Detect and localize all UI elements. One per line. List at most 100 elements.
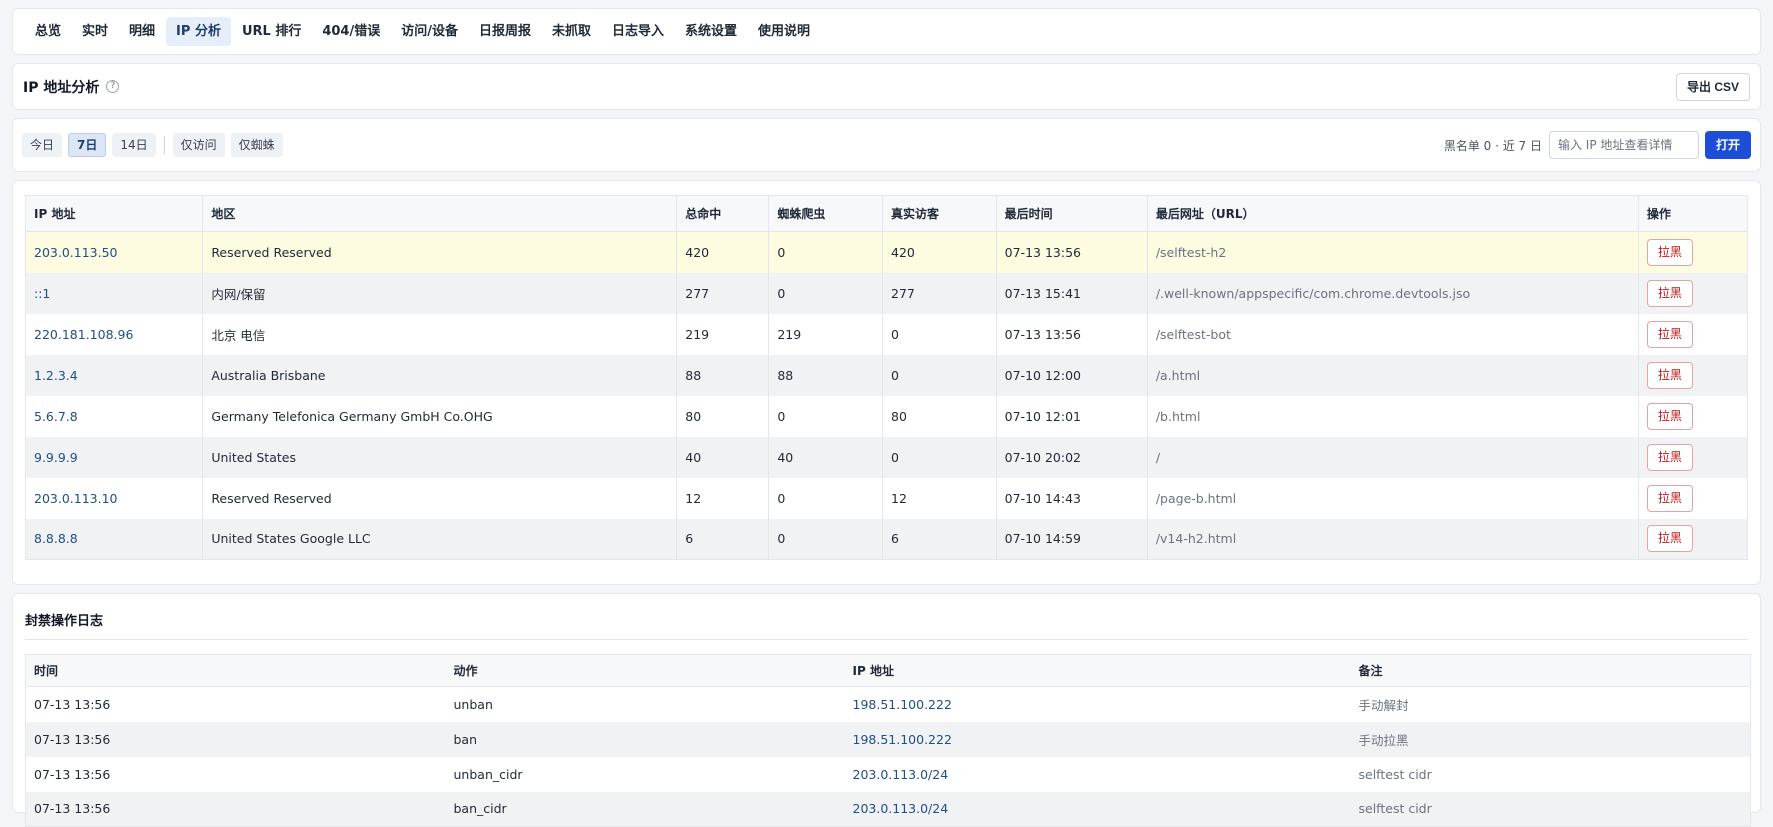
last-url-cell: /.well-known/appspecific/com.chrome.devt…: [1147, 272, 1639, 314]
nav-item-reports[interactable]: 日报周报: [469, 17, 541, 46]
spider-cell: 0: [768, 518, 883, 560]
page-header: IP 地址分析 ? 导出 CSV: [12, 63, 1761, 110]
ip-link[interactable]: 5.6.7.8: [34, 409, 78, 424]
log-col-action: 动作: [445, 654, 845, 687]
log-time-cell: 07-13 13:56: [34, 696, 111, 712]
ip-table-card: IP 地址 地区 总命中 蜘蛛爬虫 真实访客 最后时间 最后网址（URL） 操作…: [12, 180, 1761, 585]
region-cell: Reserved Reserved: [202, 477, 678, 519]
ban-button[interactable]: 拉黑: [1646, 525, 1693, 553]
region-cell: 内网/保留: [202, 272, 678, 314]
nav-item-ip-analysis[interactable]: IP 分析: [166, 17, 231, 46]
range-7d-button[interactable]: 7日: [68, 133, 107, 157]
table-row: 203.0.113.50 Reserved Reserved 420 0 420…: [25, 231, 1749, 273]
hits-cell: 88: [676, 354, 770, 396]
range-today-button[interactable]: 今日: [22, 133, 63, 157]
table-row: 5.6.7.8 Germany Telefonica Germany GmbH …: [25, 395, 1749, 437]
ip-link[interactable]: 8.8.8.8: [34, 531, 78, 546]
nav-item-details[interactable]: 明细: [119, 17, 165, 46]
log-col-time: 时间: [25, 654, 446, 687]
help-icon[interactable]: ?: [106, 80, 120, 93]
ban-button[interactable]: 拉黑: [1646, 279, 1693, 307]
table-row: 1.2.3.4 Australia Brisbane 88 88 0 07-10…: [25, 354, 1749, 396]
log-row: 07-13 13:56 unban 198.51.100.222 手动解封: [26, 687, 1751, 722]
spiders-only-button[interactable]: 仅蜘蛛: [230, 133, 283, 157]
ip-link[interactable]: 1.2.3.4: [34, 368, 78, 383]
log-ip-link[interactable]: 203.0.113.0/24: [853, 767, 949, 782]
nav-item-realtime[interactable]: 实时: [72, 17, 118, 46]
ban-button[interactable]: 拉黑: [1646, 443, 1693, 471]
col-header-spider[interactable]: 蜘蛛爬虫: [768, 195, 883, 232]
table-row: 9.9.9.9 United States 40 40 0 07-10 20:0…: [25, 436, 1749, 478]
nav-item-not-crawled[interactable]: 未抓取: [542, 17, 601, 46]
nav-item-settings[interactable]: 系统设置: [675, 17, 747, 46]
ban-button[interactable]: 拉黑: [1646, 361, 1693, 389]
ip-link[interactable]: ::1: [34, 286, 50, 301]
region-cell: Reserved Reserved: [202, 231, 678, 273]
spider-cell: 0: [768, 477, 883, 519]
log-col-note: 备注: [1350, 654, 1751, 687]
col-header-hits[interactable]: 总命中: [676, 195, 770, 232]
spider-cell: 88: [768, 354, 883, 396]
hits-cell: 6: [676, 518, 770, 560]
ban-button[interactable]: 拉黑: [1646, 320, 1693, 348]
last-time-cell: 07-13 13:56: [996, 231, 1148, 273]
ban-button[interactable]: 拉黑: [1646, 484, 1693, 512]
last-url-cell: /v14-h2.html: [1147, 518, 1639, 560]
log-note-cell: selftest cidr: [1350, 791, 1751, 827]
last-time-cell: 07-10 20:02: [996, 436, 1148, 478]
nav-item-log-import[interactable]: 日志导入: [602, 17, 674, 46]
open-ip-button[interactable]: 打开: [1704, 131, 1751, 159]
col-header-last-time[interactable]: 最后时间: [996, 195, 1148, 232]
log-ip-link[interactable]: 198.51.100.222: [853, 697, 952, 712]
ip-link[interactable]: 9.9.9.9: [34, 450, 78, 465]
table-header-row: IP 地址 地区 总命中 蜘蛛爬虫 真实访客 最后时间 最后网址（URL） 操作: [25, 195, 1749, 232]
ban-log-title: 封禁操作日志: [25, 610, 1748, 640]
col-header-ip[interactable]: IP 地址: [25, 195, 204, 232]
nav-item-url-ranking[interactable]: URL 排行: [232, 17, 311, 46]
last-url-cell: /selftest-h2: [1147, 231, 1639, 273]
ban-log-table: 时间 动作 IP 地址 备注 07-13 13:56 unban 198.51.…: [25, 654, 1751, 827]
log-row: 07-13 13:56 ban_cidr 203.0.113.0/24 self…: [25, 791, 1751, 827]
log-note-cell: 手动拉黑: [1350, 721, 1751, 757]
region-cell: 北京 电信: [202, 313, 678, 355]
nav-item-help[interactable]: 使用说明: [748, 17, 820, 46]
log-action-cell: unban_cidr: [453, 766, 523, 782]
ip-table: IP 地址 地区 总命中 蜘蛛爬虫 真实访客 最后时间 最后网址（URL） 操作…: [25, 195, 1749, 560]
hits-cell: 219: [676, 313, 770, 355]
filter-bar: 今日 7日 14日 仅访问 仅蜘蛛 黑名单 0 · 近 7 日 打开: [12, 118, 1761, 172]
export-csv-button[interactable]: 导出 CSV: [1675, 72, 1750, 101]
real-cell: 0: [882, 313, 997, 355]
real-cell: 80: [882, 395, 997, 437]
ban-log-card: 封禁操作日志 时间 动作 IP 地址 备注 07-13 13:56 unban …: [12, 593, 1761, 827]
real-cell: 420: [882, 231, 997, 273]
spider-cell: 0: [768, 395, 883, 437]
ban-button[interactable]: 拉黑: [1646, 402, 1693, 430]
ban-button[interactable]: 拉黑: [1646, 238, 1693, 266]
ip-lookup-input[interactable]: [1548, 131, 1699, 159]
hits-cell: 12: [676, 477, 770, 519]
col-header-last-url[interactable]: 最后网址（URL）: [1147, 195, 1639, 232]
col-header-real[interactable]: 真实访客: [882, 195, 997, 232]
filter-divider: [163, 136, 165, 154]
region-cell: Germany Telefonica Germany GmbH Co.OHG: [202, 395, 678, 437]
real-cell: 6: [882, 518, 997, 560]
last-time-cell: 07-10 14:43: [996, 477, 1148, 519]
nav-item-overview[interactable]: 总览: [25, 17, 71, 46]
log-ip-link[interactable]: 198.51.100.222: [853, 732, 952, 747]
col-header-region[interactable]: 地区: [202, 195, 678, 232]
nav-item-visits-devices[interactable]: 访问/设备: [391, 17, 468, 46]
spider-cell: 0: [768, 272, 883, 314]
log-action-cell: ban: [445, 721, 845, 757]
table-row: ::1 内网/保留 277 0 277 07-13 15:41 /.well-k…: [25, 272, 1749, 314]
last-url-cell: /b.html: [1147, 395, 1639, 437]
last-time-cell: 07-10 14:59: [996, 518, 1148, 560]
log-ip-link[interactable]: 203.0.113.0/24: [853, 801, 949, 816]
visits-only-button[interactable]: 仅访问: [172, 133, 225, 157]
ip-link[interactable]: 220.181.108.96: [34, 327, 133, 342]
nav-item-404-errors[interactable]: 404/错误: [312, 17, 390, 46]
col-header-action: 操作: [1638, 195, 1749, 232]
page-title: IP 地址分析: [23, 79, 100, 96]
ip-link[interactable]: 203.0.113.10: [34, 491, 118, 506]
ip-link[interactable]: 203.0.113.50: [34, 245, 118, 260]
range-14d-button[interactable]: 14日: [112, 133, 156, 157]
